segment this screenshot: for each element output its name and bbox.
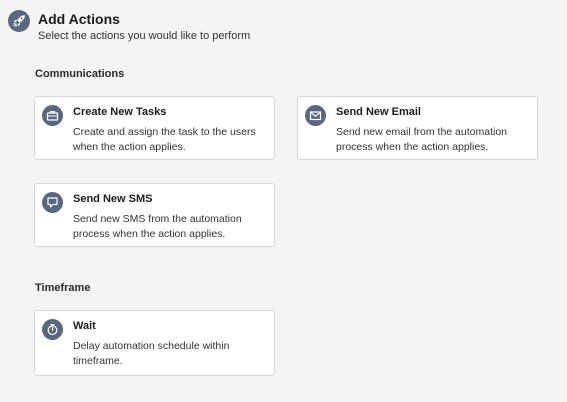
card-title: Create New Tasks	[73, 106, 167, 118]
rocket-icon	[8, 10, 30, 32]
stopwatch-icon	[42, 319, 63, 340]
wait-card[interactable]: Wait Delay automation schedule within ti…	[34, 310, 275, 376]
sms-icon	[42, 192, 63, 213]
card-title: Send New SMS	[73, 193, 153, 205]
card-description: Create and assign the task to the users …	[73, 126, 256, 153]
card-title: Send New Email	[336, 106, 421, 118]
page-subtitle: Select the actions you would like to per…	[38, 30, 251, 42]
card-description: Send new SMS from the automation process…	[73, 213, 242, 240]
page-title: Add Actions	[38, 11, 120, 27]
section-title-timeframe: Timeframe	[35, 282, 91, 294]
card-title: Wait	[73, 320, 96, 332]
email-icon	[305, 105, 326, 126]
send-new-sms-card[interactable]: Send New SMS Send new SMS from the autom…	[34, 183, 275, 247]
card-description: Delay automation schedule within timefra…	[73, 340, 230, 367]
create-new-tasks-card[interactable]: Create New Tasks Create and assign the t…	[34, 96, 275, 160]
send-new-email-card[interactable]: Send New Email Send new email from the a…	[297, 96, 538, 160]
section-title-communications: Communications	[35, 68, 125, 80]
card-description: Send new email from the automation proce…	[336, 126, 508, 153]
briefcase-icon	[42, 105, 63, 126]
